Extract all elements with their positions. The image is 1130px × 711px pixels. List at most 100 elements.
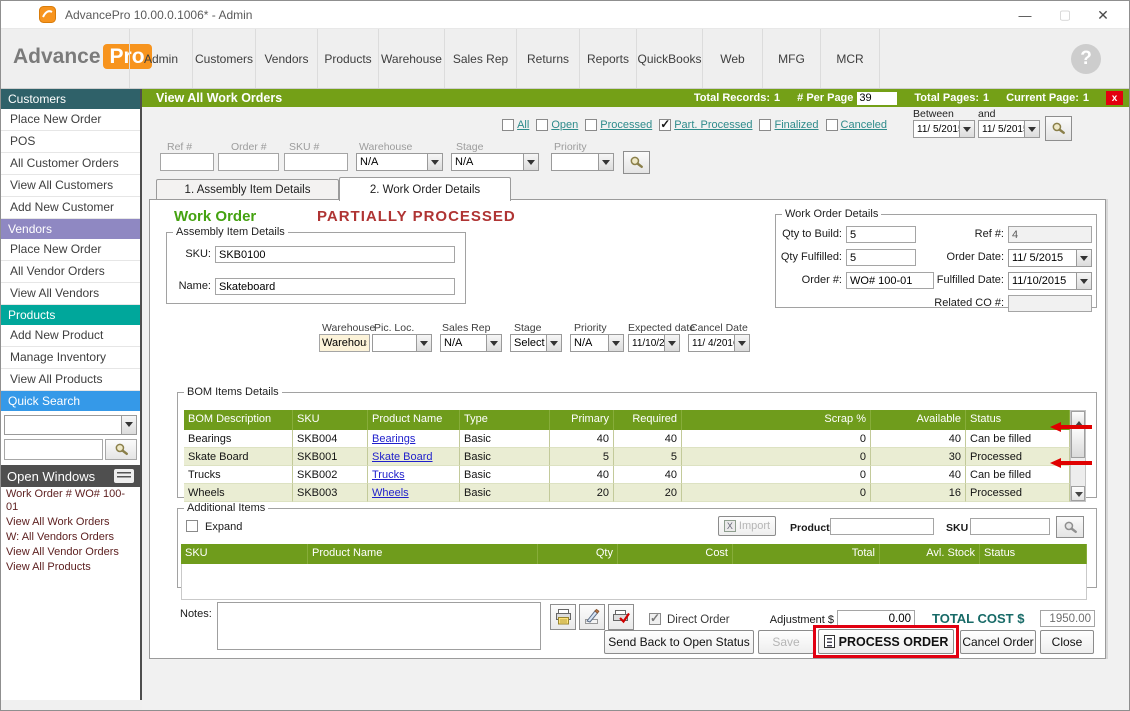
- chevron-down-icon[interactable]: [546, 335, 561, 351]
- filter-label-open[interactable]: Open: [551, 119, 578, 131]
- checkbox-finalized[interactable]: [759, 119, 771, 131]
- per-page-input[interactable]: [857, 92, 897, 105]
- sidebar-item-place-new-order[interactable]: Place New Order: [1, 109, 140, 131]
- nav-item-sales-rep[interactable]: Sales Rep: [445, 29, 517, 88]
- print-confirm-button[interactable]: [608, 604, 634, 630]
- sidebar-item-view-all-products[interactable]: View All Products: [1, 369, 140, 391]
- sidebar-search-button[interactable]: [105, 439, 137, 460]
- chevron-down-icon[interactable]: [416, 335, 431, 351]
- chevron-down-icon[interactable]: [664, 335, 679, 351]
- nav-item-reports[interactable]: Reports: [580, 29, 637, 88]
- warehouse-field[interactable]: [319, 334, 370, 352]
- expand-checkbox[interactable]: [186, 520, 198, 532]
- ref-filter-input[interactable]: [160, 153, 214, 171]
- nav-item-quickbooks[interactable]: QuickBooks: [637, 29, 703, 88]
- quick-search-category-select[interactable]: [4, 415, 137, 435]
- maximize-button[interactable]: ▢: [1045, 1, 1085, 29]
- filter-label-part-processed[interactable]: Part. Processed: [674, 119, 752, 131]
- chevron-down-icon[interactable]: [121, 416, 136, 434]
- date-from-select[interactable]: 11/ 5/2015: [913, 120, 975, 138]
- chevron-down-icon[interactable]: [734, 335, 749, 351]
- warehouse-filter-select[interactable]: N/A: [356, 153, 443, 171]
- quick-search-input[interactable]: [4, 439, 103, 460]
- open-window-link-view-all-products[interactable]: View All Products: [1, 560, 140, 575]
- stage-filter-select[interactable]: N/A: [451, 153, 539, 171]
- priority-select[interactable]: N/A: [570, 334, 624, 352]
- pic-loc-select[interactable]: [372, 334, 432, 352]
- expected-date-select[interactable]: 11/10/2015: [628, 334, 680, 352]
- sidebar-header-customers[interactable]: Customers: [1, 89, 140, 109]
- sidebar-item-all-customer-orders[interactable]: All Customer Orders: [1, 153, 140, 175]
- notes-textarea[interactable]: [217, 602, 541, 650]
- list-icon[interactable]: [114, 469, 134, 483]
- date-search-button[interactable]: [1045, 116, 1072, 141]
- nav-item-returns[interactable]: Returns: [517, 29, 580, 88]
- tab-assembly-item-details[interactable]: 1. Assembly Item Details: [156, 179, 339, 200]
- bom-cell-product-name[interactable]: Skate Board: [368, 448, 460, 466]
- tab-work-order-details[interactable]: 2. Work Order Details: [339, 177, 511, 201]
- chevron-down-icon[interactable]: [486, 335, 501, 351]
- close-button[interactable]: Close: [1040, 630, 1094, 654]
- filter-label-processed[interactable]: Processed: [600, 119, 652, 131]
- nav-item-customers[interactable]: Customers: [193, 29, 256, 88]
- chevron-down-icon[interactable]: [608, 335, 623, 351]
- open-window-link-view-all-vendor-orders[interactable]: View All Vendor Orders: [1, 545, 140, 560]
- print-button[interactable]: [550, 604, 576, 630]
- chevron-down-icon[interactable]: [523, 154, 538, 170]
- sidebar-item-pos[interactable]: POS: [1, 131, 140, 153]
- chevron-down-icon[interactable]: [1076, 273, 1091, 289]
- additional-search-button[interactable]: [1056, 516, 1084, 538]
- fulfilled-date-select[interactable]: 11/10/2015: [1008, 272, 1092, 290]
- additional-product-input[interactable]: [830, 518, 934, 535]
- filter-label-finalized[interactable]: Finalized: [774, 119, 818, 131]
- chevron-down-icon[interactable]: [598, 154, 613, 170]
- sales-rep-select[interactable]: N/A: [440, 334, 502, 352]
- open-window-link-w-all-vendors-orders[interactable]: W: All Vendors Orders: [1, 530, 140, 545]
- cancel-order-button[interactable]: Cancel Order: [960, 630, 1036, 654]
- close-window-button[interactable]: ✕: [1083, 1, 1123, 29]
- bom-cell-product-name[interactable]: Bearings: [368, 430, 460, 448]
- sidebar-header-quick-search[interactable]: Quick Search: [1, 391, 140, 411]
- filter-label-all[interactable]: All: [517, 119, 529, 131]
- assembly-name-input[interactable]: [215, 278, 455, 295]
- assembly-sku-input[interactable]: [215, 246, 455, 263]
- nav-item-mcr[interactable]: MCR: [821, 29, 880, 88]
- scroll-down-icon[interactable]: [1071, 486, 1085, 501]
- chevron-down-icon[interactable]: [1024, 121, 1039, 137]
- checkbox-all[interactable]: [502, 119, 514, 131]
- nav-item-mfg[interactable]: MFG: [763, 29, 821, 88]
- priority-filter-select[interactable]: [551, 153, 614, 171]
- sku-filter-input[interactable]: [284, 153, 348, 171]
- filter-search-button[interactable]: [623, 151, 650, 174]
- sidebar-item-add-new-product[interactable]: Add New Product: [1, 325, 140, 347]
- filter-label-canceled[interactable]: Canceled: [841, 119, 887, 131]
- sidebar-item-all-vendor-orders[interactable]: All Vendor Orders: [1, 261, 140, 283]
- bom-cell-product-name[interactable]: Wheels: [368, 484, 460, 502]
- checkbox-canceled[interactable]: [826, 119, 838, 131]
- additional-sku-input[interactable]: [970, 518, 1050, 535]
- checkbox-processed[interactable]: [585, 119, 597, 131]
- cancel-date-select[interactable]: 11/ 4/2016: [688, 334, 750, 352]
- sign-button[interactable]: [579, 604, 605, 630]
- nav-item-web[interactable]: Web: [703, 29, 763, 88]
- sidebar-header-vendors[interactable]: Vendors: [1, 219, 140, 239]
- checkbox-open[interactable]: [536, 119, 548, 131]
- sidebar-item-view-all-vendors[interactable]: View All Vendors: [1, 283, 140, 305]
- sidebar-item-place-new-order[interactable]: Place New Order: [1, 239, 140, 261]
- nav-item-warehouse[interactable]: Warehouse: [379, 29, 445, 88]
- adjustment-input[interactable]: [837, 610, 915, 627]
- order-filter-input[interactable]: [218, 153, 279, 171]
- help-icon[interactable]: ?: [1071, 44, 1101, 74]
- sidebar-item-view-all-customers[interactable]: View All Customers: [1, 175, 140, 197]
- chevron-down-icon[interactable]: [1076, 250, 1091, 266]
- nav-item-admin[interactable]: Admin: [129, 29, 193, 88]
- open-window-link-view-all-work-orders[interactable]: View All Work Orders: [1, 515, 140, 530]
- open-window-link-work-order-wo-100-01[interactable]: Work Order # WO# 100-01: [1, 487, 140, 515]
- process-order-button[interactable]: PROCESS ORDER: [818, 629, 954, 654]
- stage-select[interactable]: Select S: [510, 334, 562, 352]
- nav-item-products[interactable]: Products: [318, 29, 379, 88]
- nav-item-vendors[interactable]: Vendors: [256, 29, 318, 88]
- minimize-button[interactable]: —: [1005, 1, 1045, 29]
- bom-cell-product-name[interactable]: Trucks: [368, 466, 460, 484]
- date-to-select[interactable]: 11/ 5/2015: [978, 120, 1040, 138]
